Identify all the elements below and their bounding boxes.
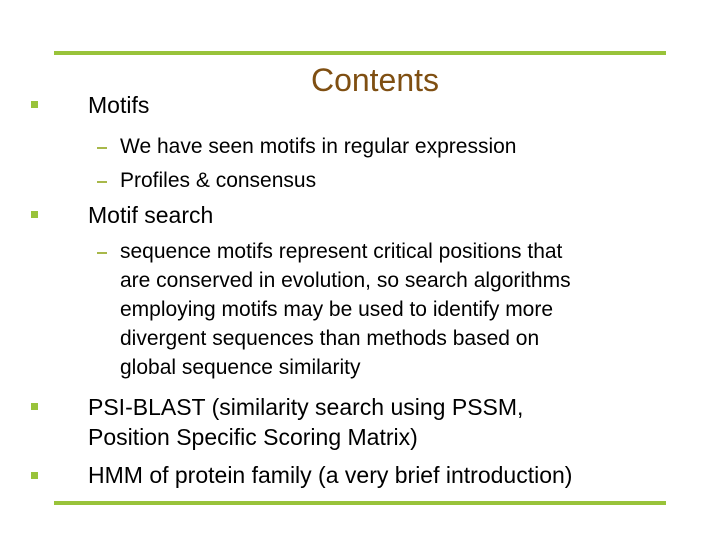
bullet-text: Motif search <box>88 202 214 228</box>
top-divider <box>54 51 666 55</box>
sub-bullet-line: are conserved in evolution, so search al… <box>120 269 571 292</box>
sub-bullet-line: divergent sequences than methods based o… <box>120 327 540 350</box>
bullet-text: Motifs <box>88 92 150 118</box>
sub-bullet-text: We have seen motifs in regular expressio… <box>120 135 517 158</box>
sub-bullet-line: sequence motifs represent critical posit… <box>120 240 563 263</box>
bullet-square-icon <box>31 403 38 410</box>
bullet-text-line: Position Specific Scoring Matrix) <box>88 424 418 450</box>
bullet-text-line: PSI-BLAST (similarity search using PSSM, <box>88 394 524 420</box>
sub-bullet-line: employing motifs may be used to identify… <box>120 298 554 321</box>
bullet-square-icon <box>31 472 38 479</box>
dash-icon <box>97 147 107 149</box>
bullet-square-icon <box>31 211 38 218</box>
dash-icon <box>97 181 107 183</box>
sub-bullet-line: global sequence similarity <box>120 356 361 379</box>
bullet-text: HMM of protein family (a very brief intr… <box>88 462 573 488</box>
dash-icon <box>97 252 107 254</box>
sub-bullet-text: Profiles & consensus <box>120 169 317 192</box>
bullet-square-icon <box>31 101 38 108</box>
bottom-divider <box>54 501 666 505</box>
